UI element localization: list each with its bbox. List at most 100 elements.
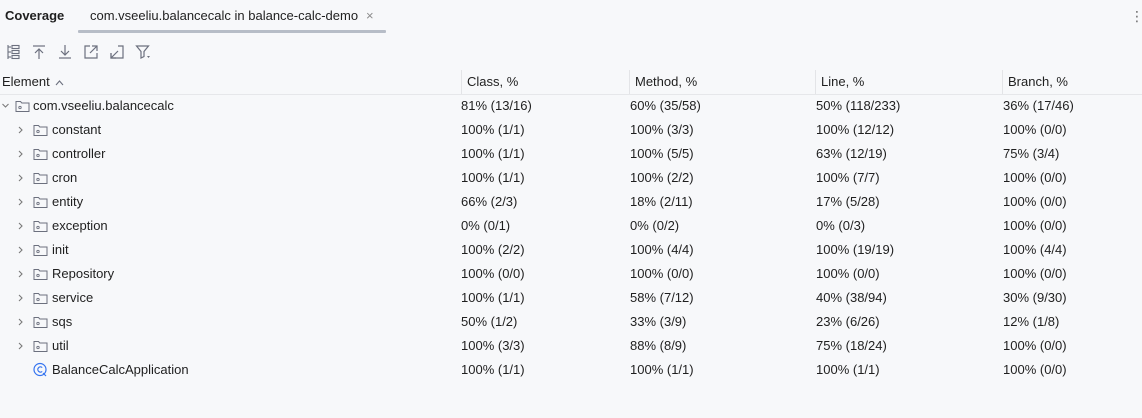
table-row[interactable]: exception 0% (0/1) 0% (0/2) 0% (0/3) 100% (0… xyxy=(0,214,1142,238)
class-coverage: 0% (0/1) xyxy=(461,218,511,233)
method-coverage: 0% (0/2) xyxy=(630,218,680,233)
column-header-class[interactable]: Class, % xyxy=(461,70,628,94)
table-row[interactable]: sqs 50% (1/2) 33% (3/9) 23% (6/26) 12% (1/8) xyxy=(0,310,1142,334)
table-row[interactable]: constant 100% (1/1) 100% (3/3) 100% (12/12)… xyxy=(0,118,1142,142)
branch-coverage: 100% (0/0) xyxy=(1003,122,1067,137)
java-class-icon xyxy=(33,362,48,377)
element-name: Repository xyxy=(52,266,115,281)
column-header-element[interactable]: Element xyxy=(0,70,458,94)
line-coverage: 100% (0/0) xyxy=(816,266,880,281)
more-options-icon[interactable]: ⋮ xyxy=(1130,6,1142,26)
line-coverage: 40% (38/94) xyxy=(816,290,887,305)
table-row[interactable]: controller 100% (1/1) 100% (5/5) 63% (12/19… xyxy=(0,142,1142,166)
class-coverage: 100% (3/3) xyxy=(461,338,525,353)
element-name: cron xyxy=(52,170,78,185)
tool-window-title: Coverage xyxy=(5,8,65,23)
method-coverage: 58% (7/12) xyxy=(630,290,694,305)
table-row[interactable]: util 100% (3/3) 88% (8/9) 75% (18/24) 100% (… xyxy=(0,334,1142,358)
chevron-right-icon[interactable] xyxy=(15,190,25,214)
element-name: service xyxy=(52,290,94,305)
class-coverage: 50% (1/2) xyxy=(461,314,518,329)
line-coverage: 100% (7/7) xyxy=(816,170,880,185)
package-folder-icon xyxy=(33,219,48,233)
table-row[interactable]: cron 100% (1/1) 100% (2/2) 100% (7/7) 100% (… xyxy=(0,166,1142,190)
chevron-right-icon[interactable] xyxy=(15,166,25,190)
class-coverage: 100% (2/2) xyxy=(461,242,525,257)
method-coverage: 100% (4/4) xyxy=(630,242,694,257)
branch-coverage: 36% (17/46) xyxy=(1003,98,1074,113)
branch-coverage: 100% (0/0) xyxy=(1003,194,1067,209)
table-row[interactable]: init 100% (2/2) 100% (4/4) 100% (19/19) 100%… xyxy=(0,238,1142,262)
line-coverage: 17% (5/28) xyxy=(816,194,880,209)
method-coverage: 18% (2/11) xyxy=(630,194,693,209)
chevron-right-icon[interactable] xyxy=(15,238,25,262)
class-coverage: 100% (1/1) xyxy=(461,146,525,161)
method-coverage: 100% (0/0) xyxy=(630,266,694,281)
chevron-right-icon[interactable] xyxy=(15,118,25,142)
element-name: entity xyxy=(52,194,84,209)
column-header-branch[interactable]: Branch, % xyxy=(1002,70,1142,94)
column-header-method[interactable]: Method, % xyxy=(629,70,814,94)
table-row-root[interactable]: com.vseeliu.balancecalc 81% (13/16) 60% … xyxy=(0,94,1142,118)
chevron-down-icon[interactable] xyxy=(0,94,10,118)
branch-coverage: 75% (3/4) xyxy=(1003,146,1060,161)
chevron-right-icon[interactable] xyxy=(15,142,25,166)
coverage-tree-table: com.vseeliu.balancecalc 81% (13/16) 60% … xyxy=(0,94,1142,382)
class-coverage: 81% (13/16) xyxy=(461,98,532,113)
coverage-toolbar xyxy=(0,40,200,66)
column-header-line[interactable]: Line, % xyxy=(815,70,1001,94)
table-header: Element Class, % Method, % Line, % Branc… xyxy=(0,70,1142,95)
branch-coverage: 12% (1/8) xyxy=(1003,314,1060,329)
branch-coverage: 100% (4/4) xyxy=(1003,242,1067,257)
table-row[interactable]: service 100% (1/1) 58% (7/12) 40% (38/94) 30… xyxy=(0,286,1142,310)
class-coverage: 100% (1/1) xyxy=(461,290,525,305)
package-folder-icon xyxy=(15,99,30,113)
branch-coverage: 100% (0/0) xyxy=(1003,266,1067,281)
sort-ascending-icon xyxy=(55,71,64,95)
package-folder-icon xyxy=(33,147,48,161)
branch-coverage: 100% (0/0) xyxy=(1003,170,1067,185)
chevron-right-icon[interactable] xyxy=(15,214,25,238)
flatten-packages-icon[interactable] xyxy=(5,43,23,61)
method-coverage: 33% (3/9) xyxy=(630,314,687,329)
table-row[interactable]: BalanceCalcApplication 100% (1/1) 100% (1/… xyxy=(0,358,1142,382)
method-coverage: 100% (5/5) xyxy=(630,146,694,161)
method-coverage: 100% (3/3) xyxy=(630,122,694,137)
coverage-suite-tab[interactable]: com.vseeliu.balancecalc in balance-calc-… xyxy=(78,0,386,33)
class-coverage: 66% (2/3) xyxy=(461,194,518,209)
chevron-right-icon[interactable] xyxy=(15,286,25,310)
element-name: sqs xyxy=(52,314,73,329)
close-icon[interactable]: × xyxy=(366,0,374,31)
class-coverage: 100% (1/1) xyxy=(461,362,525,377)
element-name: init xyxy=(52,242,69,257)
branch-coverage: 30% (9/30) xyxy=(1003,290,1067,305)
method-coverage: 100% (2/2) xyxy=(630,170,694,185)
active-tab-indicator xyxy=(78,30,386,33)
package-folder-icon xyxy=(33,123,48,137)
class-coverage: 100% (1/1) xyxy=(461,170,525,185)
element-name: com.vseeliu.balancecalc xyxy=(33,98,174,113)
line-coverage: 50% (118/233) xyxy=(816,98,901,113)
element-name: exception xyxy=(52,218,108,233)
table-row[interactable]: entity 66% (2/3) 18% (2/11) 17% (5/28) 100% … xyxy=(0,190,1142,214)
line-coverage: 100% (12/12) xyxy=(816,122,895,137)
chevron-right-icon[interactable] xyxy=(15,334,25,358)
chevron-right-icon[interactable] xyxy=(15,310,25,334)
go-to-top-icon[interactable] xyxy=(30,43,48,61)
import-icon[interactable] xyxy=(108,43,126,61)
package-folder-icon xyxy=(33,267,48,281)
method-coverage: 100% (1/1) xyxy=(630,362,694,377)
filter-icon[interactable] xyxy=(134,43,152,61)
line-coverage: 100% (1/1) xyxy=(816,362,880,377)
table-row[interactable]: Repository 100% (0/0) 100% (0/0) 100% (0/0)… xyxy=(0,262,1142,286)
export-icon[interactable] xyxy=(82,43,100,61)
package-folder-icon xyxy=(33,243,48,257)
chevron-right-icon[interactable] xyxy=(15,262,25,286)
package-folder-icon xyxy=(33,195,48,209)
branch-coverage: 100% (0/0) xyxy=(1003,218,1067,233)
column-header-label: Element xyxy=(2,74,50,89)
line-coverage: 100% (19/19) xyxy=(816,242,895,257)
go-to-bottom-icon[interactable] xyxy=(56,43,74,61)
line-coverage: 23% (6/26) xyxy=(816,314,880,329)
element-name: util xyxy=(52,338,69,353)
